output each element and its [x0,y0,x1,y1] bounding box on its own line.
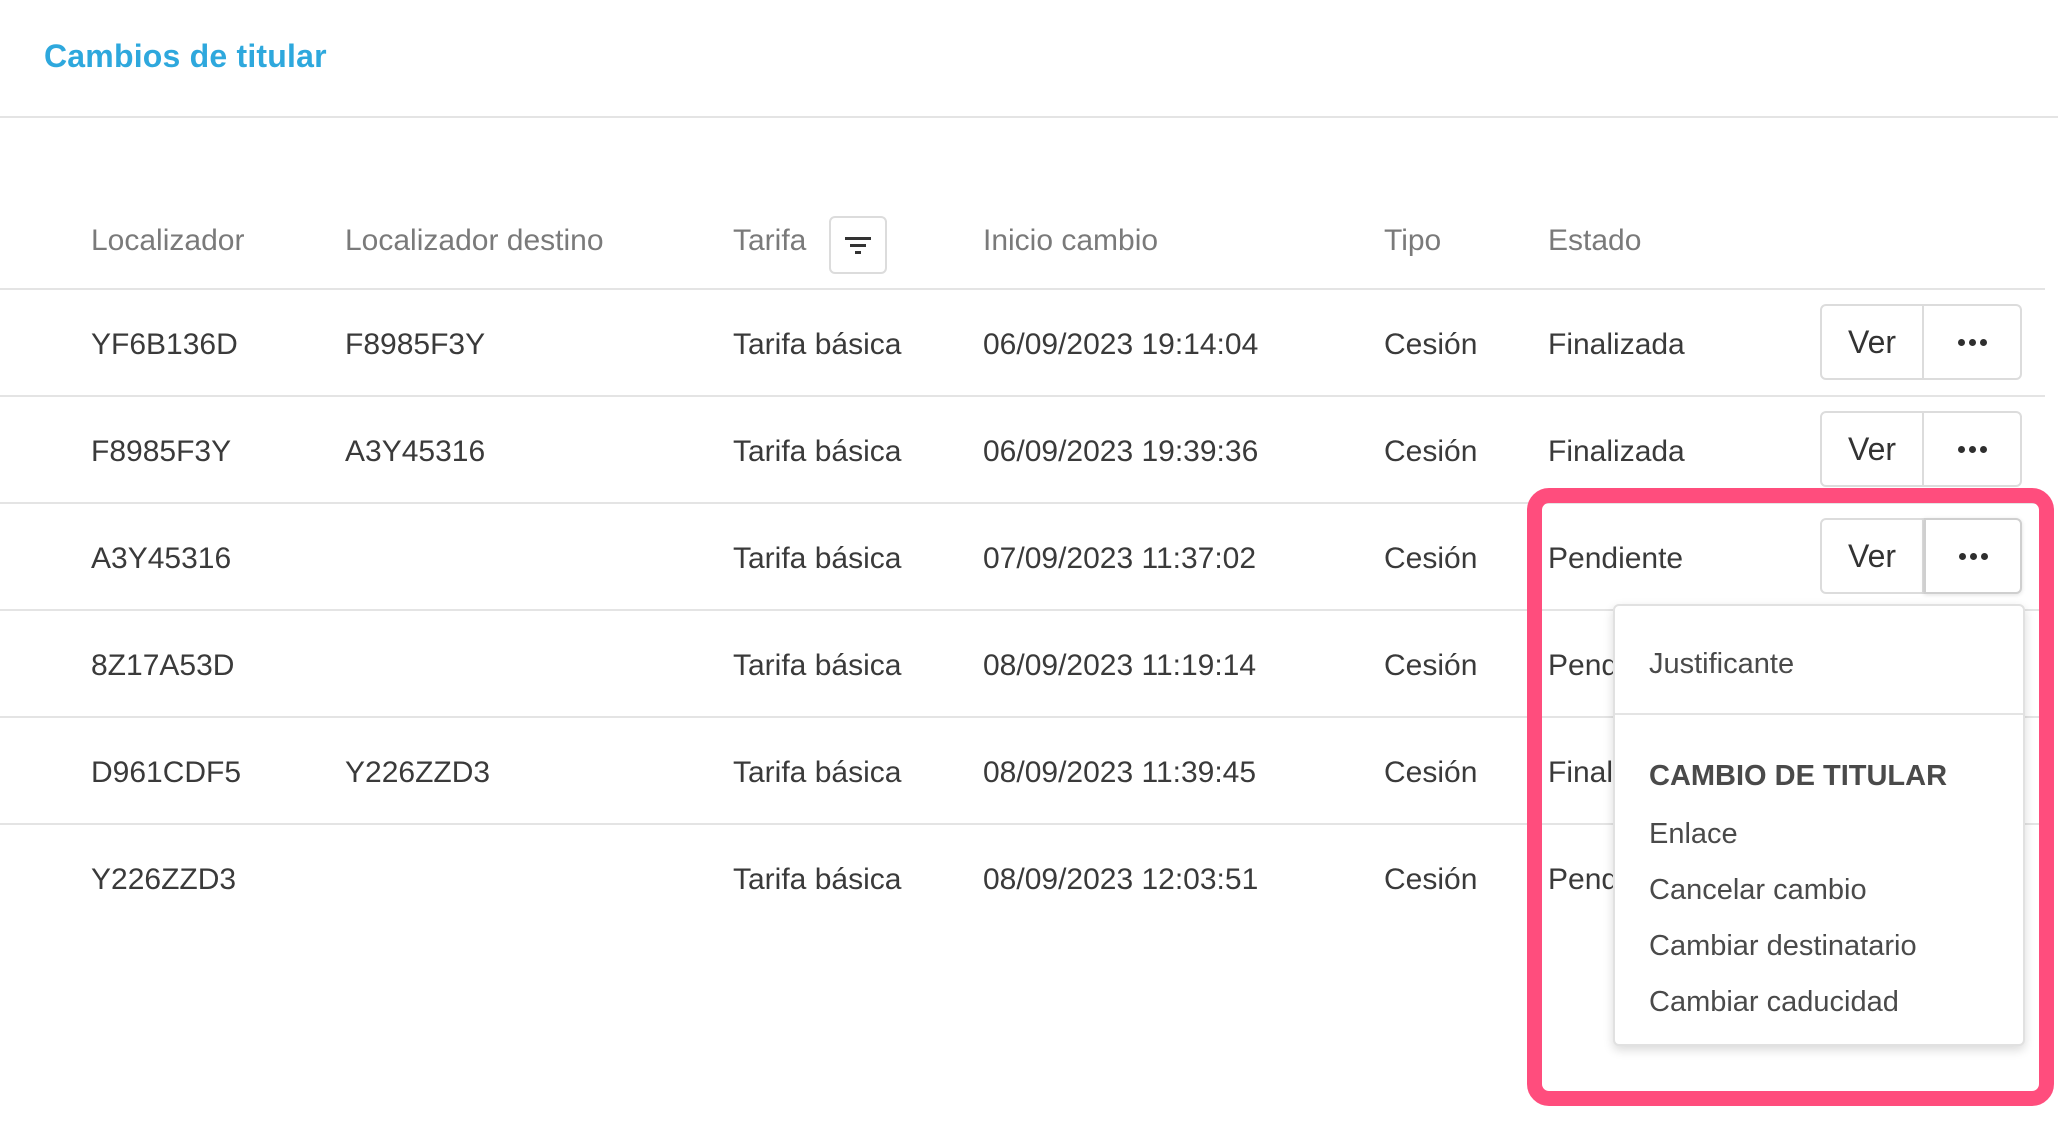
actions-dropdown-menu: Justificante CAMBIO DE TITULAR Enlace Ca… [1613,604,2025,1046]
cell-localizador: D961CDF5 [91,756,242,789]
menu-item-cambiar-destinatario[interactable]: Cambiar destinatario [1649,930,1917,963]
menu-divider [1615,713,2023,715]
cell-inicio-cambio: 06/09/2023 19:14:04 [983,328,1259,361]
more-horizontal-icon [1958,552,1988,560]
cell-localizador: A3Y45316 [91,542,232,575]
header-tipo[interactable]: Tipo [1384,224,1441,258]
cell-localizador-destino: F8985F3Y [345,328,486,361]
cell-localizador: Y226ZZD3 [91,863,237,896]
cell-localizador: 8Z17A53D [91,649,235,682]
cell-inicio-cambio: 08/09/2023 11:39:45 [983,756,1257,789]
more-actions-button[interactable] [1924,411,2022,487]
more-actions-button-open[interactable] [1924,518,2022,594]
cell-tarifa: Tarifa básica [733,435,902,468]
view-button[interactable]: Ver [1820,304,1924,380]
cell-inicio-cambio: 07/09/2023 11:37:02 [983,542,1257,575]
cell-localizador: YF6B136D [91,328,238,361]
cell-localizador-destino: Y226ZZD3 [345,756,491,789]
header-localizador[interactable]: Localizador [91,224,244,258]
menu-section-heading: CAMBIO DE TITULAR [1649,760,1948,792]
page-title: Cambios de titular [44,38,327,74]
cell-inicio-cambio: 08/09/2023 11:19:14 [983,649,1257,682]
header-estado[interactable]: Estado [1548,224,1641,258]
cell-tarifa: Tarifa básica [733,542,902,575]
cell-tarifa: Tarifa básica [733,649,902,682]
table-row: YF6B136D F8985F3Y Tarifa básica 06/09/20… [0,290,2045,397]
menu-item-enlace[interactable]: Enlace [1649,818,1738,851]
header-localizador-destino[interactable]: Localizador destino [345,224,604,258]
menu-item-cancelar-cambio[interactable]: Cancelar cambio [1649,874,1867,907]
cell-estado: Finalizada [1548,435,1685,468]
cell-localizador-destino: A3Y45316 [345,435,486,468]
cell-localizador: F8985F3Y [91,435,232,468]
cell-tarifa: Tarifa básica [733,328,902,361]
cell-estado: Finali [1548,756,1620,789]
cell-tipo: Cesión [1384,435,1478,468]
cell-inicio-cambio: 06/09/2023 19:39:36 [983,435,1259,468]
cell-estado: Pend [1548,863,1619,896]
cell-tipo: Cesión [1384,649,1478,682]
filter-icon [845,237,871,254]
table-header: Localizador Localizador destino Tarifa I… [0,196,2045,290]
more-actions-button[interactable] [1924,304,2022,380]
tarifa-filter-button[interactable] [829,216,887,274]
screen: Cambios de titular Localizador Localizad… [0,0,2058,1142]
header-inicio-cambio[interactable]: Inicio cambio [983,224,1158,258]
cell-estado: Finalizada [1548,328,1685,361]
view-button[interactable]: Ver [1820,411,1924,487]
cell-tipo: Cesión [1384,542,1478,575]
table-row: F8985F3Y A3Y45316 Tarifa básica 06/09/20… [0,397,2045,504]
more-horizontal-icon [1957,445,1987,453]
cell-inicio-cambio: 08/09/2023 12:03:51 [983,863,1259,896]
cell-estado: Pend [1548,649,1619,682]
cell-tarifa: Tarifa básica [733,863,902,896]
cell-tipo: Cesión [1384,863,1478,896]
cell-tipo: Cesión [1384,756,1478,789]
view-button[interactable]: Ver [1820,518,1924,594]
cell-estado: Pendiente [1548,542,1684,575]
header-tarifa[interactable]: Tarifa [733,224,806,258]
cell-tarifa: Tarifa básica [733,756,902,789]
menu-item-justificante[interactable]: Justificante [1649,648,1794,681]
table-row: A3Y45316 Tarifa básica 07/09/2023 11:37:… [0,504,2045,611]
title-divider [0,116,2058,118]
menu-item-cambiar-caducidad[interactable]: Cambiar caducidad [1649,986,1899,1019]
more-horizontal-icon [1957,338,1987,346]
cell-tipo: Cesión [1384,328,1478,361]
